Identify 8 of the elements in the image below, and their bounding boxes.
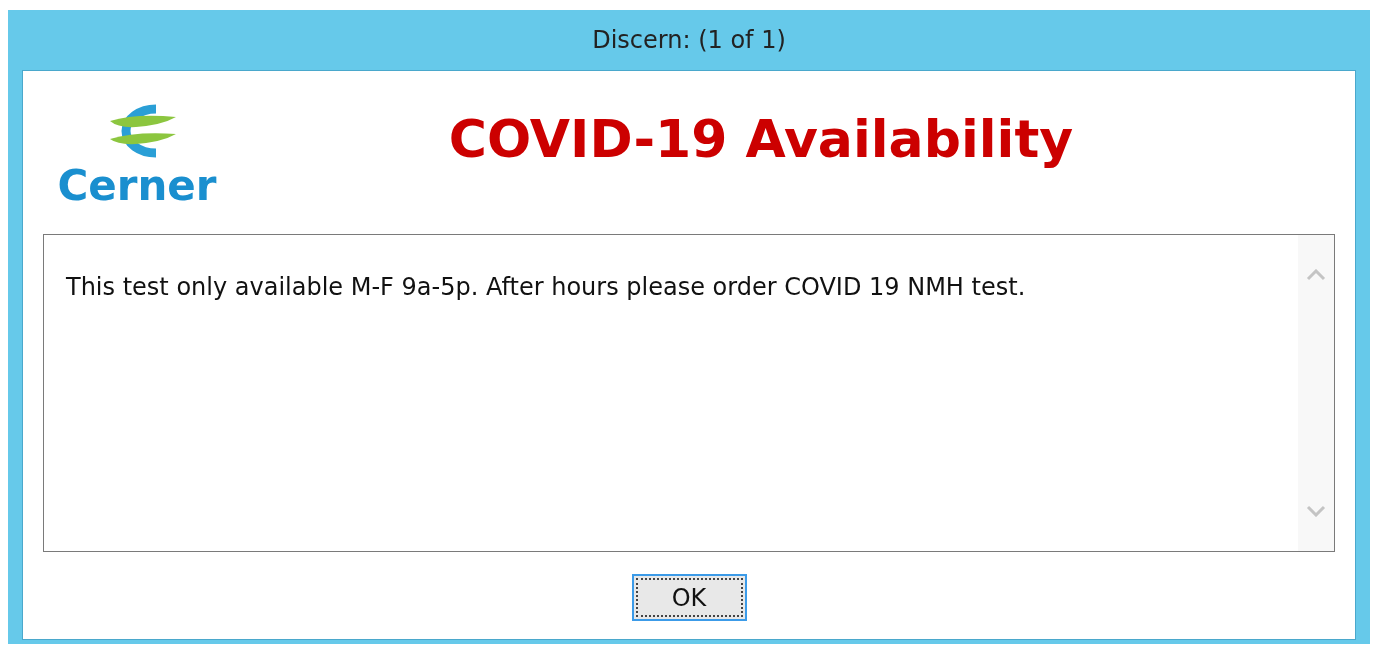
scroll-up-icon[interactable] — [1306, 269, 1326, 281]
scrollbar[interactable] — [1298, 235, 1334, 551]
scroll-down-icon[interactable] — [1306, 505, 1326, 517]
logo-text: Cerner — [57, 165, 217, 207]
message-text: This test only available M-F 9a-5p. After hours please order COVID 19 NMH test. — [65, 272, 1027, 303]
dialog-heading: COVID-19 Availability — [447, 109, 1075, 169]
window-title: Discern: (1 of 1) — [592, 26, 786, 54]
ok-button[interactable]: OK — [631, 574, 747, 621]
